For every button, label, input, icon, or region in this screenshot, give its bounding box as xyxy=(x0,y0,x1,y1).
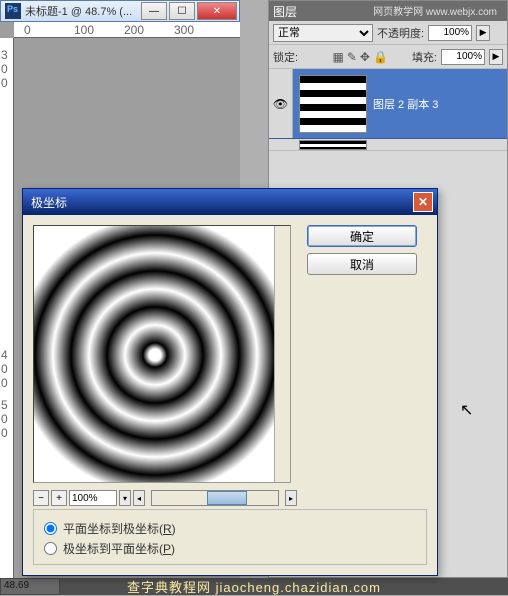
lock-all-icon[interactable]: 🔒 xyxy=(373,50,388,64)
opacity-label: 不透明度: xyxy=(377,25,424,41)
ruler-tick: 4 0 0 xyxy=(1,348,13,390)
preview-scrollbar-horizontal[interactable] xyxy=(151,490,279,506)
radio-input[interactable] xyxy=(44,542,57,555)
layer-item[interactable]: 👁 图层 2 副本 3 xyxy=(269,69,507,139)
ruler-tick: 300 xyxy=(174,23,194,37)
document-titlebar[interactable]: 未标题-1 @ 48.7% (... — ☐ ✕ xyxy=(0,0,240,22)
fill-slider-button[interactable]: ▶ xyxy=(489,49,503,65)
lock-position-icon[interactable]: ✥ xyxy=(360,50,370,64)
maximize-button[interactable]: ☐ xyxy=(169,2,195,20)
preview-box[interactable] xyxy=(33,225,291,483)
ruler-tick: 200 xyxy=(124,23,144,37)
zoom-value[interactable]: 100% xyxy=(69,490,117,506)
blend-mode-select[interactable]: 正常 xyxy=(273,24,373,42)
layer-list: 👁 图层 2 副本 3 xyxy=(269,69,507,151)
radio-label: 极坐标到平面坐标(P) xyxy=(63,540,175,557)
document-title: 未标题-1 @ 48.7% (... xyxy=(25,3,141,19)
ruler-tick: 5 0 0 xyxy=(1,398,13,440)
ruler-vertical[interactable]: 3 0 0 4 0 0 5 0 0 xyxy=(0,38,14,578)
dialog-titlebar[interactable]: 极坐标 ✕ xyxy=(23,189,437,215)
dialog-buttons: 确定 取消 xyxy=(307,225,417,509)
opacity-slider-button[interactable]: ▶ xyxy=(476,25,490,41)
layers-tab[interactable]: 图层 xyxy=(273,3,297,20)
window-buttons: — ☐ ✕ xyxy=(141,2,239,20)
preview-scrollbar-vertical[interactable] xyxy=(274,226,290,482)
cancel-button[interactable]: 取消 xyxy=(307,253,417,275)
lock-pixels-icon[interactable]: ✎ xyxy=(347,50,357,64)
lock-transparent-icon[interactable]: ▦ xyxy=(333,50,344,64)
eye-icon: 👁 xyxy=(273,97,288,111)
layers-lock-row: 锁定: ▦ ✎ ✥ 🔒 填充: ▶ xyxy=(269,45,507,69)
cursor-icon: ↖ xyxy=(460,400,473,420)
opacity-input[interactable] xyxy=(428,25,472,41)
preview-image xyxy=(34,226,276,483)
layer-thumbnail[interactable] xyxy=(299,75,367,133)
lock-icons-group: ▦ ✎ ✥ 🔒 xyxy=(333,50,388,64)
radio-polar-to-rect[interactable]: 极坐标到平面坐标(P) xyxy=(44,538,416,558)
lock-label: 锁定: xyxy=(273,49,298,65)
zoom-in-button[interactable]: + xyxy=(51,490,67,506)
fill-input[interactable] xyxy=(441,49,485,65)
scroll-right-button[interactable]: ▸ xyxy=(285,490,297,506)
close-button[interactable]: ✕ xyxy=(197,2,237,20)
layers-panel-header[interactable]: 图层 网页教学网 www.webjx.com xyxy=(269,1,507,21)
radio-label: 平面坐标到极坐标(R) xyxy=(63,520,176,537)
ruler-horizontal[interactable]: 0 100 200 300 xyxy=(14,22,240,38)
ok-button[interactable]: 确定 xyxy=(307,225,417,247)
ruler-tick: 0 xyxy=(24,23,31,37)
watermark-text: 网页教学网 www.webjx.com xyxy=(373,3,497,18)
scrollbar-thumb[interactable] xyxy=(207,491,247,505)
polar-coordinates-dialog: 极坐标 ✕ − + 100% ▾ ◂ ▸ 确定 取消 xyxy=(22,188,438,576)
dialog-body: − + 100% ▾ ◂ ▸ 确定 取消 xyxy=(23,215,437,519)
photoshop-icon xyxy=(5,3,21,19)
page-watermark: 查字典教程网 jiaocheng.chazidian.com xyxy=(0,578,508,595)
layer-visibility-toggle[interactable]: 👁 xyxy=(269,69,293,138)
fill-label: 填充: xyxy=(412,49,437,65)
radio-rect-to-polar[interactable]: 平面坐标到极坐标(R) xyxy=(44,518,416,538)
layers-options-row: 正常 不透明度: ▶ xyxy=(269,21,507,45)
dialog-close-button[interactable]: ✕ xyxy=(413,192,433,212)
scroll-left-button[interactable]: ◂ xyxy=(133,490,145,506)
preview-controls: − + 100% ▾ ◂ ▸ xyxy=(33,487,297,509)
ruler-tick: 100 xyxy=(74,23,94,37)
conversion-options-group: 平面坐标到极坐标(R) 极坐标到平面坐标(P) xyxy=(33,509,427,565)
layer-thumbnail[interactable] xyxy=(299,140,367,150)
preview-area: − + 100% ▾ ◂ ▸ xyxy=(33,225,297,509)
ruler-tick: 3 0 0 xyxy=(1,48,13,90)
zoom-out-button[interactable]: − xyxy=(33,490,49,506)
zoom-dropdown-button[interactable]: ▾ xyxy=(119,490,131,506)
layer-item[interactable] xyxy=(269,139,507,151)
radio-input[interactable] xyxy=(44,522,57,535)
dialog-title: 极坐标 xyxy=(27,194,413,211)
layer-name[interactable]: 图层 2 副本 3 xyxy=(373,96,438,112)
minimize-button[interactable]: — xyxy=(141,2,167,20)
